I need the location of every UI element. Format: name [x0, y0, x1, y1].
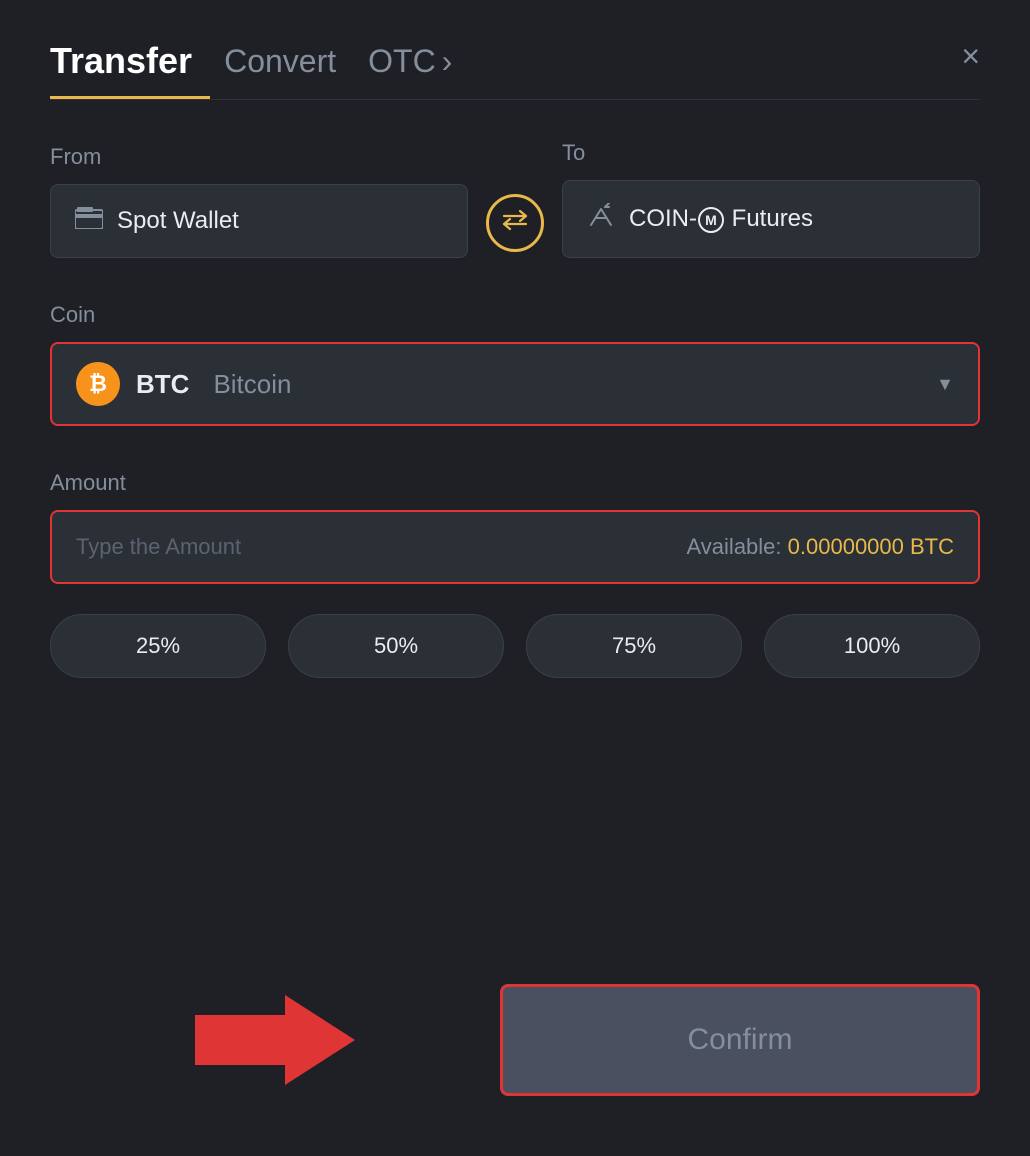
coin-selector[interactable]: ₿ BTC Bitcoin ▼: [50, 342, 980, 426]
tab-otc[interactable]: OTC ›: [368, 43, 452, 94]
close-button[interactable]: ×: [961, 40, 980, 86]
available-label: Available:: [687, 534, 782, 559]
confirm-button[interactable]: Confirm: [500, 984, 980, 1096]
futures-icon: [587, 203, 615, 235]
swap-button-wrapper: [468, 194, 562, 258]
percentage-row: 25% 50% 75% 100%: [50, 614, 980, 678]
chevron-right-icon: ›: [442, 43, 453, 80]
bottom-spacer: [50, 985, 500, 1095]
available-value: 0.00000000 BTC: [788, 534, 954, 559]
swap-arrows-icon: [502, 209, 528, 237]
tab-convert[interactable]: Convert: [224, 43, 336, 94]
red-arrow-icon: [195, 985, 355, 1095]
from-to-row: From Spot Wallet: [50, 140, 980, 258]
pct-100-button[interactable]: 100%: [764, 614, 980, 678]
available-balance: Available: 0.00000000 BTC: [687, 534, 954, 560]
amount-field-box: Available: 0.00000000 BTC: [50, 510, 980, 584]
btc-glyph: ₿: [89, 371, 107, 397]
from-wallet-selector[interactable]: Spot Wallet: [50, 184, 468, 258]
pct-25-button[interactable]: 25%: [50, 614, 266, 678]
to-wallet-name: COIN-M Futures: [629, 205, 813, 233]
coin-label: Coin: [50, 302, 980, 328]
from-wallet-name: Spot Wallet: [117, 207, 239, 235]
to-label: To: [562, 140, 980, 166]
pct-75-button[interactable]: 75%: [526, 614, 742, 678]
arrow-indicator: [50, 985, 500, 1095]
bottom-section: Confirm: [50, 984, 980, 1096]
coin-dropdown-arrow-icon: ▼: [936, 374, 954, 395]
wallet-card-icon: [75, 207, 103, 235]
header-divider: [50, 99, 980, 100]
amount-input[interactable]: [76, 534, 687, 560]
swap-button[interactable]: [486, 194, 544, 252]
header-tabs: Transfer Convert OTC › ×: [50, 40, 980, 96]
to-wallet-selector[interactable]: COIN-M Futures: [562, 180, 980, 258]
from-field-group: From Spot Wallet: [50, 144, 468, 258]
amount-label: Amount: [50, 470, 980, 496]
coin-full-name: Bitcoin: [213, 369, 291, 400]
btc-icon: ₿: [76, 362, 120, 406]
coin-symbol: BTC: [136, 369, 189, 400]
tab-transfer[interactable]: Transfer: [50, 40, 192, 96]
from-label: From: [50, 144, 468, 170]
pct-50-button[interactable]: 50%: [288, 614, 504, 678]
to-field-group: To COIN-M Futures: [562, 140, 980, 258]
transfer-modal: Transfer Convert OTC › × From Spot Walle…: [0, 0, 1030, 1156]
tab-otc-label: OTC: [368, 43, 436, 80]
